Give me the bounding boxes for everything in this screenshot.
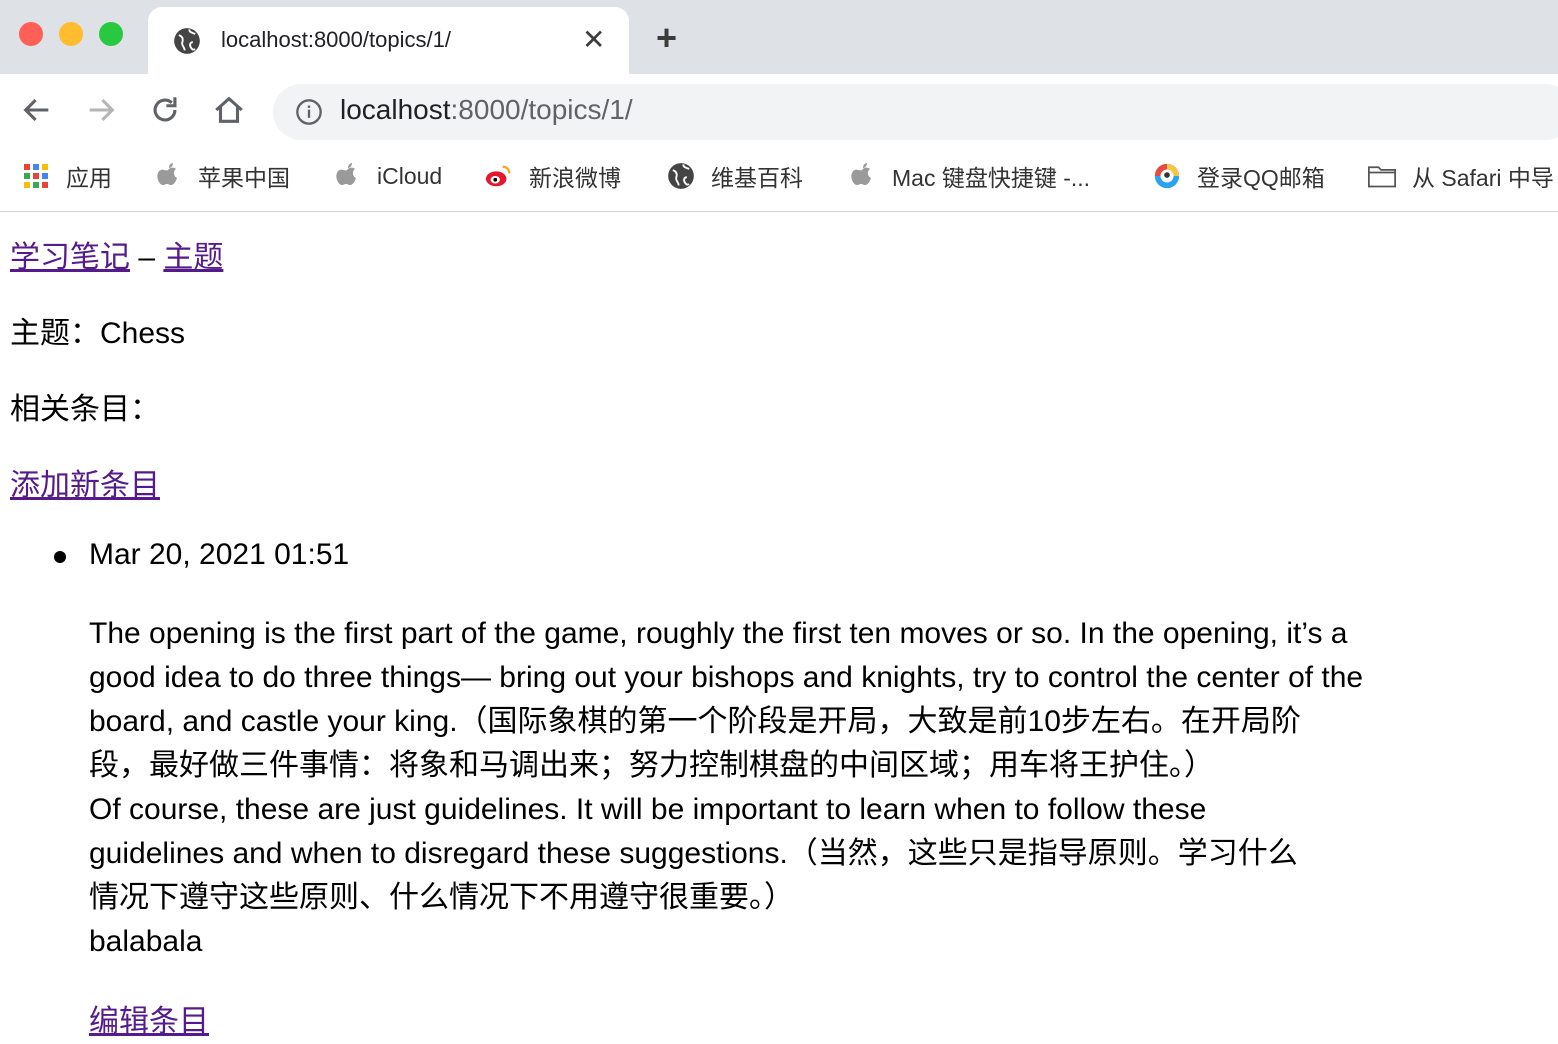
edit-entry-wrapper: 编辑条目 [89,996,209,1040]
entry-line: 情况下遵守这些原则、什么情况下不用遵守很重要。） [89,881,794,914]
zoom-window-button[interactable] [99,22,123,46]
forward-arrow-icon[interactable] [84,93,118,127]
info-icon[interactable] [295,98,323,126]
entry-line: balabala [89,925,203,958]
apple-icon [848,162,876,190]
bookmark-label: 应用 [66,165,112,191]
tab-title: localhost:8000/topics/1/ [221,27,451,52]
bookmark-label: 登录QQ邮箱 [1197,165,1325,191]
bookmark-label: 新浪微博 [529,165,621,191]
bookmark-safari-import[interactable]: 从 Safari 中导 [1368,160,1554,192]
back-arrow-icon[interactable] [20,93,54,127]
bookmark-label: 维基百科 [711,165,803,191]
address-bar[interactable]: localhost:8000/topics/1/ [273,84,1558,140]
bookmark-wikipedia[interactable]: 维基百科 [667,160,803,192]
bookmark-icloud[interactable]: iCloud [333,160,442,192]
entry-line: guidelines and when to disregard these s… [89,837,1298,870]
minimize-window-button[interactable] [59,22,83,46]
bookmark-weibo[interactable]: 新浪微博 [485,160,621,192]
topic-title: 主题：Chess [10,317,186,350]
entry-line: Of course, these are just guidelines. It… [89,793,1207,826]
entry-line: 段，最好做三件事情：将象和马调出来；努力控制棋盘的中间区域；用车将王护住。） [89,749,1214,782]
url-path: :8000/topics/1/ [450,94,633,125]
tab-close-icon[interactable]: ✕ [582,25,605,55]
qq-mail-icon [1153,162,1181,190]
folder-icon [1368,162,1396,190]
bookmark-label: 苹果中国 [198,165,290,191]
bookmark-label: 从 Safari 中导 [1412,165,1554,191]
bookmarks-bar: 应用 苹果中国 iCloud 新浪微博 维基百科 Mac 键盘快捷键 -... [0,148,1558,212]
entry-line: good idea to do three things— bring out … [89,661,1364,694]
home-icon[interactable] [212,93,246,127]
apple-icon [154,162,182,190]
entries-heading: 相关条目： [10,393,160,426]
bookmark-qq-mail[interactable]: 登录QQ邮箱 [1153,160,1325,192]
new-tab-button[interactable]: + [656,20,677,56]
bookmark-label: iCloud [377,162,443,189]
reload-icon[interactable] [148,93,182,127]
bookmark-mac-shortcuts[interactable]: Mac 键盘快捷键 -... [848,160,1090,192]
bookmark-apple-china[interactable]: 苹果中国 [154,160,290,192]
apple-icon [333,162,361,190]
tab-bar: localhost:8000/topics/1/ ✕ + [0,0,1558,74]
edit-entry-link[interactable]: 编辑条目 [89,1005,209,1038]
browser-tab[interactable]: localhost:8000/topics/1/ ✕ [148,7,629,74]
entry-line: The opening is the first part of the gam… [89,617,1348,650]
add-entry-wrapper: 添加新条目 [10,460,160,504]
globe-icon [174,28,200,54]
breadcrumb-separator: – [130,241,164,274]
topics-link[interactable]: 主题 [163,241,223,274]
add-entry-link[interactable]: 添加新条目 [10,469,160,502]
bookmark-label: Mac 键盘快捷键 -... [892,165,1091,191]
url-text[interactable]: localhost:8000/topics/1/ [340,94,633,126]
weibo-icon [485,162,513,190]
browser-toolbar: localhost:8000/topics/1/ [0,74,1558,148]
list-bullet [54,551,66,563]
wikipedia-icon [667,162,695,190]
breadcrumb: 学习笔记 – 主题 [10,232,223,276]
url-host: localhost [340,94,451,125]
entry-date: Mar 20, 2021 01:51 [89,538,350,571]
apps-grid-icon [22,162,50,190]
bookmark-apps[interactable]: 应用 [22,160,112,192]
home-link[interactable]: 学习笔记 [10,241,130,274]
entry-text: The opening is the first part of the gam… [89,612,1558,964]
entry-line: board, and castle your king.（国际象棋的第一个阶段是… [89,705,1301,738]
close-window-button[interactable] [19,22,43,46]
